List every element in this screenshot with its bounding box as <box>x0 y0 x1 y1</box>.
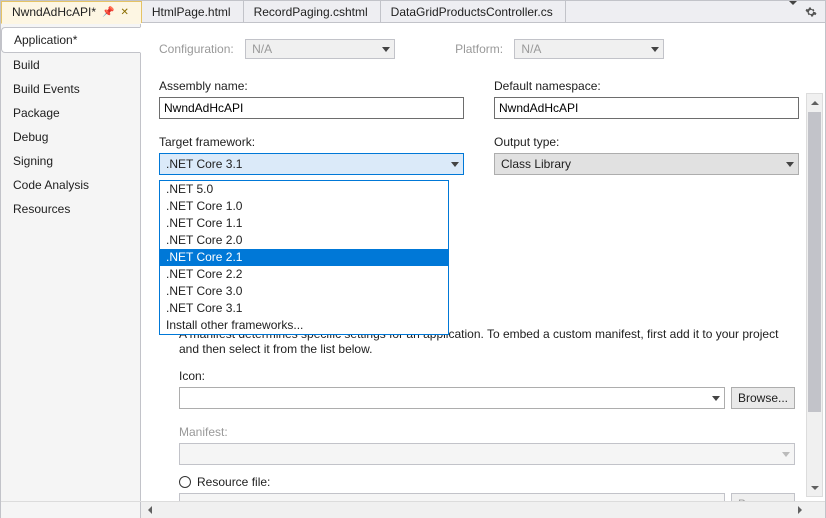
output-type-value: Class Library <box>501 157 571 171</box>
configuration-label: Configuration: <box>159 42 234 56</box>
sidebar-label: Code Analysis <box>13 178 89 192</box>
sidebar-label: Signing <box>13 154 53 168</box>
browse-resource-button: Browse... <box>731 493 795 501</box>
resource-file-input <box>179 493 725 501</box>
tab-active[interactable]: NwndAdHcAPI* 📌 ✕ <box>1 1 142 24</box>
assembly-name-label: Assembly name: <box>159 79 464 93</box>
sidebar-label: Build <box>13 58 40 72</box>
sidebar-item-application[interactable]: Application* <box>1 27 141 53</box>
sidebar-item-build[interactable]: Build <box>1 53 140 77</box>
assembly-name-input[interactable] <box>159 97 464 119</box>
resource-file-radio[interactable] <box>179 476 191 488</box>
scrollbar-thumb[interactable] <box>808 112 821 412</box>
chevron-down-icon <box>786 162 794 167</box>
target-framework-value: .NET Core 3.1 <box>166 157 242 171</box>
chevron-down-icon <box>451 162 459 167</box>
overflow-dropdown-icon[interactable] <box>789 5 797 19</box>
output-type-select[interactable]: Class Library <box>494 153 799 175</box>
chevron-down-icon <box>712 396 720 401</box>
configuration-select: N/A <box>245 39 395 59</box>
target-framework-label: Target framework: <box>159 135 464 149</box>
sidebar-label: Resources <box>13 202 70 216</box>
document-tabstrip: NwndAdHcAPI* 📌 ✕ HtmlPage.html RecordPag… <box>1 1 825 23</box>
framework-option[interactable]: .NET Core 2.2 <box>160 266 448 283</box>
framework-option[interactable]: .NET Core 2.0 <box>160 232 448 249</box>
framework-option[interactable]: .NET Core 1.0 <box>160 198 448 215</box>
framework-option[interactable]: .NET Core 1.1 <box>160 215 448 232</box>
vertical-scrollbar[interactable] <box>806 93 823 497</box>
tab-recordpaging[interactable]: RecordPaging.cshtml <box>244 1 381 23</box>
sidebar-label: Application* <box>14 33 77 47</box>
platform-label: Platform: <box>455 42 503 56</box>
scroll-left-icon[interactable] <box>141 506 158 514</box>
sidebar-item-resources[interactable]: Resources <box>1 197 140 221</box>
sidebar-label: Package <box>13 106 60 120</box>
sidebar-item-debug[interactable]: Debug <box>1 125 140 149</box>
browse-icon-button[interactable]: Browse... <box>731 387 795 409</box>
application-settings-panel: Configuration: N/A Platform: N/A Assembl… <box>141 23 825 501</box>
manifest-select <box>179 443 795 465</box>
manifest-label: Manifest: <box>179 425 795 439</box>
default-namespace-input[interactable] <box>494 97 799 119</box>
framework-option[interactable]: .NET Core 2.1 <box>160 249 448 266</box>
tab-label: DataGridProductsController.cs <box>391 5 553 19</box>
default-namespace-label: Default namespace: <box>494 79 799 93</box>
scroll-up-icon[interactable] <box>807 94 822 111</box>
sidebar-label: Debug <box>13 130 48 144</box>
platform-select: N/A <box>514 39 664 59</box>
icon-label: Icon: <box>179 369 795 383</box>
framework-option[interactable]: .NET Core 3.1 <box>160 300 448 317</box>
sidebar-item-build-events[interactable]: Build Events <box>1 77 140 101</box>
sidebar-item-code-analysis[interactable]: Code Analysis <box>1 173 140 197</box>
tab-label: RecordPaging.cshtml <box>254 5 368 19</box>
target-framework-dropdown: .NET 5.0 .NET Core 1.0 .NET Core 1.1 .NE… <box>159 180 449 335</box>
framework-option[interactable]: .NET Core 3.0 <box>160 283 448 300</box>
tab-label: HtmlPage.html <box>152 5 231 19</box>
tab-datagridcontroller[interactable]: DataGridProductsController.cs <box>381 1 566 23</box>
resource-file-label: Resource file: <box>197 475 270 489</box>
sidebar-item-signing[interactable]: Signing <box>1 149 140 173</box>
scroll-down-icon[interactable] <box>807 479 822 496</box>
sidebar-item-package[interactable]: Package <box>1 101 140 125</box>
platform-value: N/A <box>521 42 541 56</box>
close-icon[interactable]: ✕ <box>121 7 129 18</box>
framework-option[interactable]: .NET 5.0 <box>160 181 448 198</box>
target-framework-select[interactable]: .NET Core 3.1 <box>159 153 464 175</box>
chevron-down-icon <box>651 47 659 52</box>
icon-select[interactable] <box>179 387 725 409</box>
chevron-down-icon <box>382 47 390 52</box>
tab-label: NwndAdHcAPI* <box>12 5 96 19</box>
horizontal-scrollbar[interactable] <box>1 501 825 518</box>
sidebar-label: Build Events <box>13 82 80 96</box>
configuration-value: N/A <box>252 42 272 56</box>
scroll-right-icon[interactable] <box>791 506 808 514</box>
chevron-down-icon <box>782 452 790 457</box>
output-type-label: Output type: <box>494 135 799 149</box>
pin-icon[interactable]: 📌 <box>102 7 114 18</box>
project-properties-sidebar: Application* Build Build Events Package … <box>1 23 141 501</box>
framework-option-install[interactable]: Install other frameworks... <box>160 317 448 334</box>
tab-htmlpage[interactable]: HtmlPage.html <box>142 1 244 23</box>
gear-icon[interactable] <box>805 6 817 18</box>
